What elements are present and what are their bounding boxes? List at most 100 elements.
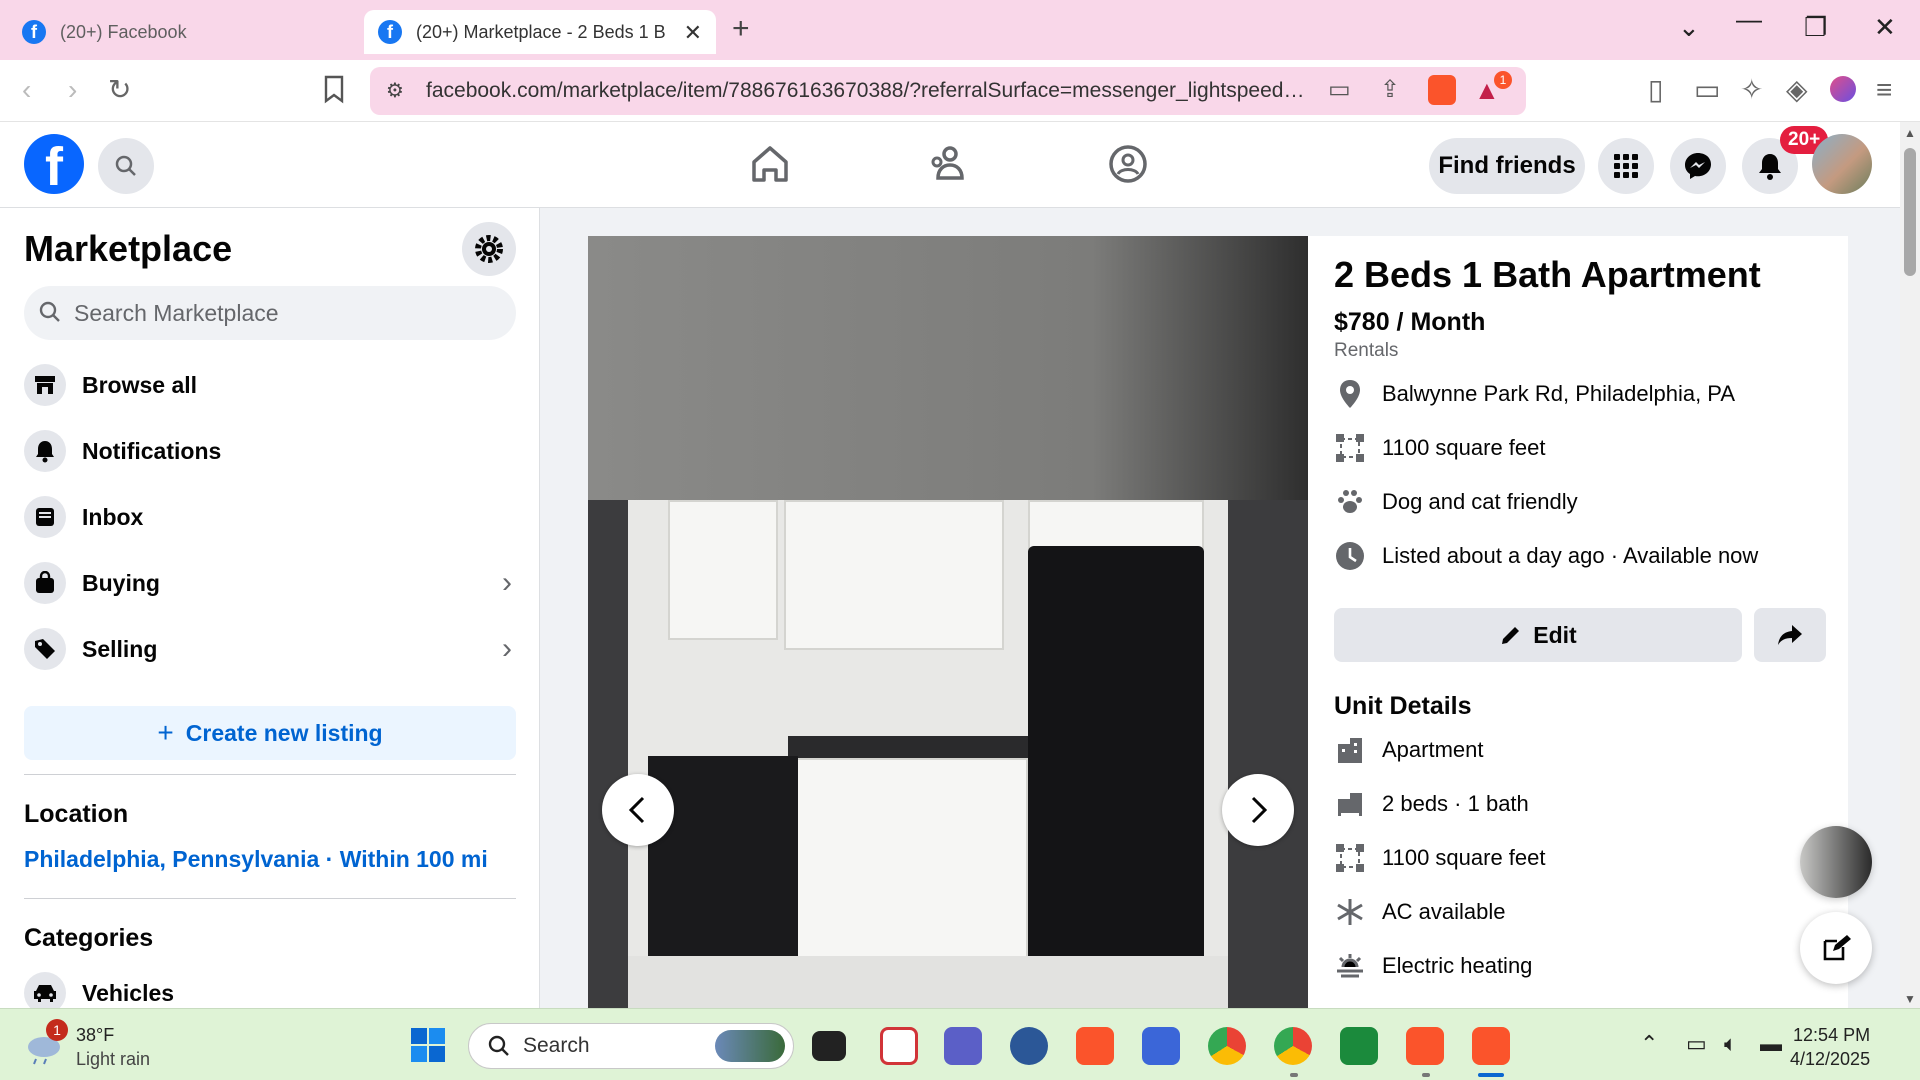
- chevron-right-icon: ›: [502, 632, 512, 665]
- find-friends-button[interactable]: Find friends: [1429, 138, 1585, 194]
- search-icon[interactable]: [98, 138, 154, 194]
- settings-gear-icon[interactable]: [462, 222, 516, 276]
- chevron-right-icon: ›: [502, 566, 512, 599]
- sidebar-item-browse-all[interactable]: Browse all: [24, 358, 516, 412]
- browser-tab-facebook[interactable]: f (20+) Facebook: [8, 10, 358, 54]
- snowflake-icon: [1334, 897, 1366, 927]
- gologin-icon[interactable]: [1340, 1027, 1378, 1065]
- clock-time: 12:54 PM: [1793, 1025, 1871, 1045]
- chrome-profile-icon[interactable]: [1274, 1027, 1312, 1065]
- new-tab-button[interactable]: +: [732, 12, 750, 46]
- sidebar-item-notifications[interactable]: Notifications: [24, 424, 516, 478]
- location-pin-icon: [1334, 379, 1366, 409]
- sidebar-item-selling[interactable]: Selling ›: [24, 622, 516, 676]
- search-icon: [488, 1035, 509, 1056]
- browser-tab-marketplace[interactable]: f (20+) Marketplace - 2 Beds 1 Bath Apar…: [364, 10, 716, 54]
- scroll-down-icon[interactable]: ▼: [1904, 992, 1916, 1006]
- unit-detail-text: Electric heating: [1382, 953, 1533, 978]
- volume-icon[interactable]: 🔈︎: [1724, 1031, 1737, 1057]
- brave-browser-icon[interactable]: [1076, 1027, 1114, 1065]
- page-scrollbar[interactable]: ▲ ▼: [1900, 122, 1920, 1008]
- scroll-up-icon[interactable]: ▲: [1904, 126, 1916, 140]
- cast-icon[interactable]: ▭: [1328, 75, 1351, 104]
- profile-icon[interactable]: [1830, 76, 1856, 102]
- inbox-icon: [24, 496, 66, 538]
- brave-profile-icon[interactable]: [1406, 1027, 1444, 1065]
- back-button[interactable]: ‹: [22, 74, 31, 106]
- category-item-vehicles[interactable]: Vehicles: [24, 966, 516, 1008]
- weather-temperature: 38°F: [76, 1025, 115, 1045]
- wallet-icon[interactable]: ▭: [1694, 74, 1720, 106]
- site-settings-icon[interactable]: ⚙: [386, 78, 404, 103]
- home-icon[interactable]: [748, 142, 792, 186]
- building-icon: [1334, 736, 1366, 764]
- listing-photo[interactable]: [588, 236, 1308, 1008]
- address-bar[interactable]: ⚙ facebook.com/marketplace/item/78867616…: [370, 67, 1526, 115]
- vpn-icon[interactable]: ◈: [1786, 74, 1808, 106]
- menu-icon[interactable]: ≡: [1876, 74, 1892, 106]
- teams-icon[interactable]: [944, 1027, 982, 1065]
- friends-icon[interactable]: [926, 142, 970, 186]
- sidebar-item-buying[interactable]: Buying ›: [24, 556, 516, 610]
- close-window-button[interactable]: ✕: [1874, 12, 1896, 43]
- chevron-right-icon: [1251, 796, 1268, 824]
- brave-shields-icon[interactable]: [1428, 75, 1456, 105]
- categories-heading: Categories: [24, 924, 154, 952]
- storefront-icon: [24, 364, 66, 406]
- avatar[interactable]: [1812, 134, 1872, 194]
- tab-search-chevron-icon[interactable]: ⌄: [1678, 12, 1700, 43]
- photo-blurred-top: [588, 236, 1308, 500]
- sidebar-item-inbox[interactable]: Inbox: [24, 490, 516, 544]
- edit-listing-button[interactable]: Edit: [1334, 608, 1742, 662]
- unit-detail-text: Apartment: [1382, 737, 1484, 762]
- unit-detail-type: Apartment: [1334, 730, 1484, 770]
- snipping-tool-icon[interactable]: [880, 1027, 918, 1065]
- marketplace-search-input[interactable]: Search Marketplace: [24, 286, 516, 340]
- taskbar-search-input[interactable]: Search: [468, 1023, 794, 1069]
- bookmark-icon[interactable]: [322, 74, 346, 104]
- abc-proxy-icon[interactable]: [1142, 1027, 1180, 1065]
- fact-text[interactable]: Balwynne Park Rd, Philadelphia, PA: [1382, 381, 1735, 407]
- fact-text: Listed about a day ago · Available now: [1382, 543, 1759, 568]
- system-clock[interactable]: 12:54 PM 4/12/2025: [1790, 1023, 1870, 1071]
- create-new-listing-button[interactable]: + Create new listing: [24, 706, 516, 760]
- listing-category[interactable]: Rentals: [1334, 340, 1398, 362]
- chat-head-thumbnail[interactable]: [1800, 826, 1872, 898]
- media-app-icon[interactable]: [1010, 1027, 1048, 1065]
- battery-icon[interactable]: ▬: [1760, 1031, 1782, 1057]
- photo-floor: [628, 956, 1228, 1008]
- next-photo-button[interactable]: [1222, 774, 1294, 846]
- groups-icon[interactable]: [1106, 142, 1150, 186]
- restore-button[interactable]: ❐: [1804, 12, 1827, 43]
- fact-listed-time: Listed about a day ago · Available now: [1334, 536, 1758, 576]
- windows-start-icon[interactable]: [410, 1027, 446, 1063]
- chrome-icon[interactable]: [1208, 1027, 1246, 1065]
- divider: [24, 774, 516, 775]
- weather-widget[interactable]: 1 38°F Light rain: [24, 1019, 224, 1071]
- share-page-icon[interactable]: ⇪: [1380, 75, 1400, 104]
- sidebar-item-label: Selling: [82, 635, 158, 662]
- close-tab-icon[interactable]: ✕: [684, 20, 702, 46]
- minimize-button[interactable]: —: [1736, 4, 1762, 35]
- reload-button[interactable]: ↻: [108, 74, 131, 106]
- network-icon[interactable]: ▭: [1686, 1031, 1707, 1057]
- facebook-logo-icon[interactable]: f: [24, 134, 84, 197]
- share-arrow-icon: [1778, 625, 1802, 645]
- messenger-icon[interactable]: [1670, 138, 1726, 194]
- previous-photo-button[interactable]: [602, 774, 674, 846]
- forward-button[interactable]: ›: [68, 74, 77, 106]
- show-hidden-icons-chevron-icon[interactable]: ⌃: [1640, 1031, 1658, 1057]
- share-listing-button[interactable]: [1754, 608, 1826, 662]
- fact-location: Balwynne Park Rd, Philadelphia, PA: [1334, 374, 1735, 414]
- leo-ai-icon[interactable]: ✧: [1740, 74, 1763, 106]
- menu-grid-icon[interactable]: [1598, 138, 1654, 194]
- sidebar-toggle-icon[interactable]: ▯: [1648, 74, 1663, 106]
- photo-cabinet: [784, 500, 1004, 650]
- task-view-icon[interactable]: [812, 1031, 846, 1061]
- rewards-badge: 1: [1494, 71, 1512, 89]
- new-message-button[interactable]: [1800, 912, 1872, 984]
- unit-details-heading: Unit Details: [1334, 692, 1472, 720]
- scrollbar-thumb[interactable]: [1904, 148, 1916, 276]
- brave-active-icon[interactable]: [1472, 1027, 1510, 1065]
- location-link[interactable]: Philadelphia, Pennsylvania · Within 100 …: [24, 846, 488, 873]
